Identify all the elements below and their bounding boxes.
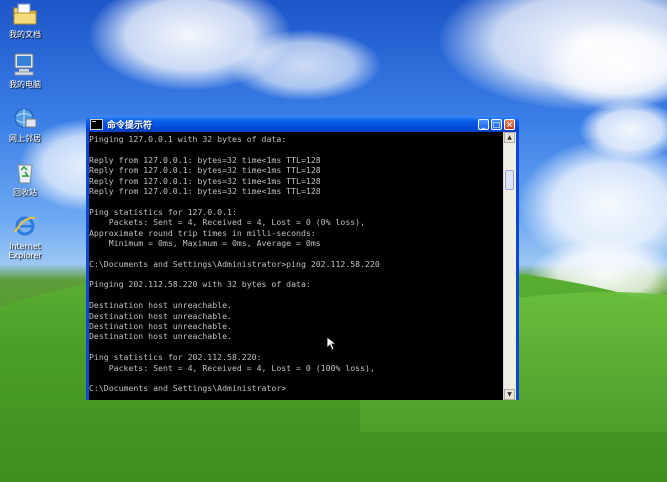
console-line: Minimum = 0ms, Maximum = 0ms, Average = … (89, 237, 321, 248)
console-line: Destination host unreachable. (89, 321, 232, 332)
console-line: Reply from 127.0.0.1: bytes=32 time<1ms … (89, 154, 321, 165)
console-line: Pinging 127.0.0.1 with 32 bytes of data: (89, 134, 287, 144)
console-line: Reply from 127.0.0.1: bytes=32 time<1ms … (89, 175, 321, 186)
console-prompt-line[interactable]: C:\Documents and Settings\Administrator> (89, 383, 504, 393)
network-icon (12, 106, 38, 132)
computer-icon (12, 52, 38, 78)
console-line: Reply from 127.0.0.1: bytes=32 time<1ms … (89, 165, 321, 176)
console-line: Packets: Sent = 4, Received = 4, Lost = … (89, 217, 366, 228)
window-title: 命令提示符 (107, 120, 153, 131)
scroll-thumb[interactable] (505, 170, 514, 190)
scroll-down-button[interactable]: ▼ (504, 389, 515, 400)
console-area[interactable]: Pinging 127.0.0.1 with 32 bytes of data:… (89, 132, 516, 400)
console-line: Packets: Sent = 4, Received = 4, Lost = … (89, 362, 375, 373)
folder-icon (12, 2, 38, 28)
console-line: Destination host unreachable. (89, 331, 232, 342)
console-line: Ping statistics for 127.0.0.1: (89, 206, 237, 217)
console-line: Approximate round trip times in milli-se… (89, 227, 316, 238)
maximize-button[interactable]: □ (491, 118, 502, 130)
console-line: Reply from 127.0.0.1: bytes=32 time<1ms … (89, 185, 321, 196)
command-prompt-window[interactable]: 命令提示符 _ □ × Pinging 127.0.0.1 with 32 by… (86, 116, 519, 400)
minimize-button[interactable]: _ (478, 118, 489, 130)
console-line: Destination host unreachable. (89, 310, 232, 321)
cmd-icon (90, 118, 103, 130)
scroll-up-button[interactable]: ▲ (504, 132, 515, 143)
console-line: C:\Documents and Settings\Administrator>… (89, 258, 380, 269)
console-line: Pinging 202.112.58.220 with 32 bytes of … (89, 279, 311, 290)
desktop-icon-my-documents[interactable]: 我的文档 (2, 2, 48, 39)
title-bar[interactable]: 命令提示符 _ □ × (86, 116, 519, 132)
recycle-bin-icon (12, 160, 38, 186)
console-line: Destination host unreachable. (89, 300, 232, 311)
desktop-icon-recycle-bin[interactable]: 回收站 (2, 160, 48, 197)
console-output[interactable]: Pinging 127.0.0.1 with 32 bytes of data:… (89, 132, 504, 400)
ie-icon (12, 214, 38, 240)
vertical-scrollbar[interactable]: ▲ ▼ (503, 132, 516, 400)
desktop-icon-network-places[interactable]: 网上邻居 (2, 106, 48, 143)
desktop-icon-internet-explorer[interactable]: Internet Explorer (2, 214, 48, 260)
console-line: Ping statistics for 202.112.58.220: (89, 352, 262, 363)
desktop-icon-my-computer[interactable]: 我的电脑 (2, 52, 48, 89)
close-button[interactable]: × (504, 118, 515, 130)
